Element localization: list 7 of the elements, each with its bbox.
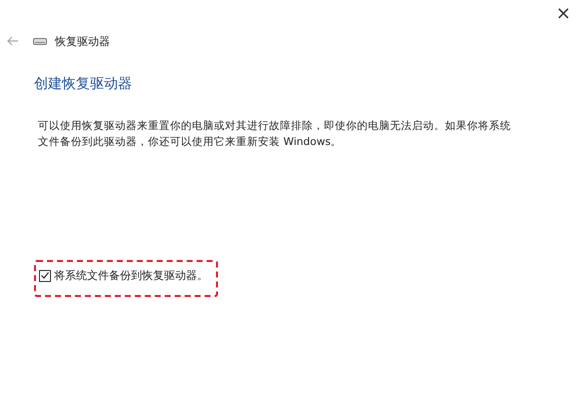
- page-heading: 创建恢复驱动器: [34, 75, 133, 93]
- close-button[interactable]: ×: [552, 4, 575, 24]
- checkbox-label: 将系统文件备份到恢复驱动器。: [54, 268, 208, 283]
- drive-icon: [33, 37, 47, 45]
- description-text: 可以使用恢复驱动器来重置你的电脑或对其进行故障排除，即使你的电脑无法启动。如果你将系统文件备份到此驱动器，你还可以使用它来重新安装 Windows。: [38, 119, 512, 150]
- window-title: 恢复驱动器: [55, 34, 110, 48]
- checkbox[interactable]: [39, 270, 51, 282]
